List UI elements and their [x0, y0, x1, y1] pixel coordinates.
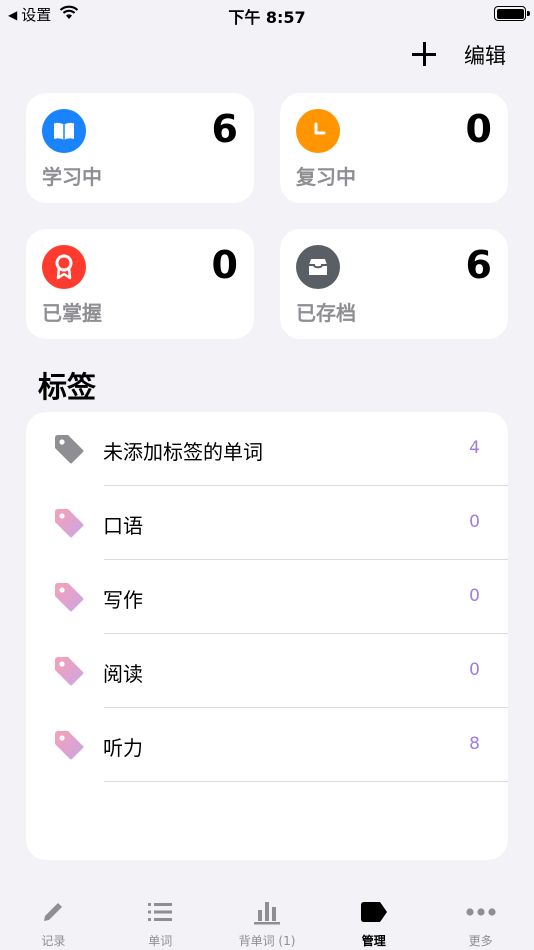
tag-icon [52, 506, 86, 540]
tag-row-untagged[interactable]: 未添加标签的单词 4 [26, 412, 508, 486]
tag-row-writing[interactable]: 写作 0 [26, 560, 508, 634]
tag-icon [52, 728, 86, 762]
stat-label: 复习中 [296, 165, 356, 189]
clock-icon [296, 109, 340, 153]
tag-icon [52, 580, 86, 614]
edit-button[interactable]: 编辑 [464, 40, 506, 70]
stat-count: 6 [465, 243, 492, 287]
bar-chart-icon [251, 898, 283, 926]
stat-count: 0 [211, 243, 238, 287]
list-icon [144, 898, 176, 926]
tab-label: 管理 [361, 934, 386, 948]
tab-label: 记录 [41, 934, 66, 948]
tag-label: 未添加标签的单词 [103, 440, 263, 464]
clock-time: 下午 8:57 [228, 8, 306, 27]
more-icon [465, 898, 497, 926]
tab-manage[interactable]: 管理 [320, 890, 427, 950]
stat-card-mastered[interactable]: 0 已掌握 [26, 229, 254, 339]
stat-card-archived[interactable]: 6 已存档 [280, 229, 508, 339]
tab-words[interactable]: 单词 [107, 890, 214, 950]
tag-row-listening[interactable]: 听力 8 [26, 708, 508, 782]
tab-more[interactable]: 更多 [427, 890, 534, 950]
tag-row-reading[interactable]: 阅读 0 [26, 634, 508, 708]
tag-label: 阅读 [103, 662, 143, 686]
status-bar: ◀ 设置 下午 8:57 [0, 0, 534, 28]
award-icon [42, 245, 86, 289]
tag-label: 写作 [103, 588, 143, 612]
tag-row-speaking[interactable]: 口语 0 [26, 486, 508, 560]
tab-label: 背单词 (1) [238, 934, 296, 948]
tag-count: 8 [469, 734, 480, 754]
tags-section-title: 标签 [38, 370, 97, 404]
plus-icon[interactable] [410, 40, 438, 68]
tab-label: 更多 [468, 934, 493, 948]
tag-count: 4 [469, 438, 480, 458]
tags-list: 未添加标签的单词 4 口语 0 写作 0 阅读 0 听力 8 [26, 412, 508, 860]
tab-study[interactable]: 背单词 (1) [214, 890, 321, 950]
battery-icon [494, 6, 530, 21]
stat-label: 学习中 [42, 165, 102, 189]
stat-card-learning[interactable]: 6 学习中 [26, 93, 254, 203]
book-icon [42, 109, 86, 153]
stat-label: 已掌握 [42, 301, 102, 325]
tab-record[interactable]: 记录 [0, 890, 107, 950]
tab-bar: 记录 单词 背单词 (1) 管理 更多 [0, 890, 534, 950]
tag-count: 0 [469, 660, 480, 680]
tag-label: 听力 [103, 736, 143, 760]
tag-count: 0 [469, 586, 480, 606]
stat-count: 6 [211, 107, 238, 151]
stat-label: 已存档 [296, 301, 356, 325]
tab-label: 单词 [148, 934, 173, 948]
tag-icon [52, 432, 86, 466]
tag-icon [358, 898, 390, 926]
stat-card-reviewing[interactable]: 0 复习中 [280, 93, 508, 203]
archive-icon [296, 245, 340, 289]
tag-label: 口语 [103, 514, 143, 538]
stat-count: 0 [465, 107, 492, 151]
tag-count: 0 [469, 512, 480, 532]
divider [104, 781, 508, 782]
tag-icon [52, 654, 86, 688]
pencil-icon [37, 898, 69, 926]
